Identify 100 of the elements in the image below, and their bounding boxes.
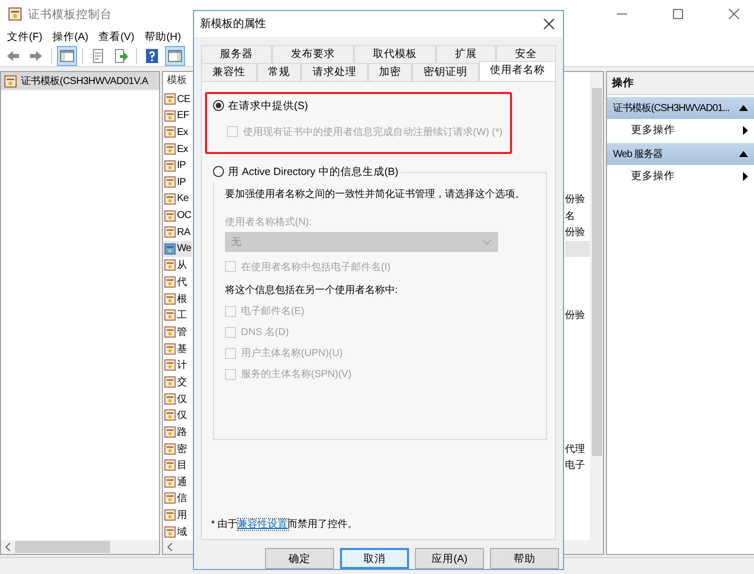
tab[interactable]: 常规 [256,62,301,81]
tab[interactable]: 请求处理 [301,62,368,81]
certificate-icon [164,160,176,172]
checkbox-option: 电子邮件名(E) [225,300,304,322]
vertical-scrollbar[interactable] [590,72,603,554]
list-item[interactable]: 基 [163,340,188,358]
scroll-left-icon[interactable] [5,543,11,551]
tab[interactable]: 扩展 [436,44,496,63]
list-item[interactable]: 从 [163,257,188,274]
list-item[interactable]: Ke [163,190,190,208]
list-item[interactable]: 计 [163,357,188,374]
certificate-icon [4,74,17,88]
list-item[interactable]: RA [163,224,192,241]
list-item[interactable]: 代 [163,274,188,290]
certificate-icon [164,526,176,538]
certificate-icon [164,409,176,422]
format-dropdown: 无 [225,232,498,252]
submenu-arrow-icon [743,126,748,134]
action-pane-icon[interactable] [165,46,185,66]
checkbox-option: 服务的主体名称(SPN)(V) [225,364,352,385]
certificate-icon [164,309,176,322]
list-item[interactable]: 仅 [163,406,188,424]
list-item[interactable]: 密 [163,440,188,457]
dialog-button[interactable]: 帮助 [490,548,559,569]
table-cell-text: 份验 [565,192,586,207]
action-item[interactable]: 更多操作 [607,165,754,187]
tab[interactable]: 密钥证明 [412,62,478,81]
tab[interactable]: 发布要求 [272,44,354,63]
list-item[interactable]: 域 [163,523,188,540]
action-group-header[interactable]: 证书模板(CSH3HWVAD01... [607,97,754,119]
certificate-icon [164,259,176,272]
menu-item[interactable]: 操作(A) [52,30,88,44]
caret-icon [482,238,492,245]
tab[interactable]: 兼容性 [201,62,256,81]
list-item[interactable]: 工 [163,307,188,324]
tree-item[interactable]: 证书模板(CSH3HWVAD01V.A [1,72,159,90]
submenu-arrow-icon [743,172,748,180]
certificate-icon [164,126,176,138]
list-item[interactable]: 用 [163,506,188,524]
app-icon [8,7,22,21]
list-item[interactable]: 目 [163,456,188,474]
dialog-button[interactable]: 应用(A) [415,548,484,569]
close-icon[interactable] [728,8,740,20]
section-label: 将这个信息包括在另一个使用者名称中: [225,284,398,297]
table-cell-text: 代理 [565,442,586,457]
certificate-icon [164,342,176,355]
certificate-icon [164,509,176,522]
compatibility-link[interactable]: 兼容性设置 [238,519,288,530]
dialog-button[interactable]: 确定 [265,548,334,569]
tab[interactable]: 加密 [368,62,412,81]
collapse-icon[interactable] [739,151,748,157]
radio-option[interactable]: 在请求中提供(S) [213,96,308,116]
certificate-icon [164,176,176,188]
menu-item[interactable]: 帮助(H) [144,30,181,44]
certificate-icon [164,442,176,455]
maximize-icon[interactable] [672,8,684,20]
action-item[interactable]: 更多操作 [607,119,754,141]
tree-pane-icon[interactable] [57,46,77,66]
list-item[interactable]: 交 [163,374,188,390]
list-item[interactable]: OC [163,207,192,224]
certificate-icon [164,476,176,488]
list-item[interactable]: 管 [163,324,188,340]
list-item[interactable]: EF [163,107,190,124]
certificate-icon [164,376,176,388]
list-item[interactable]: 信 [163,490,188,507]
list-item[interactable]: 路 [163,424,188,440]
tab[interactable]: 服务器 [201,44,272,63]
list-item[interactable]: 根 [163,290,188,308]
list-item[interactable]: IP [163,174,187,191]
list-item[interactable]: CE [163,90,192,108]
list-item[interactable]: 通 [163,474,188,490]
certificate-icon [164,459,176,472]
list-item[interactable]: IP [163,157,187,174]
certificate-icon [164,242,176,255]
column-header[interactable]: 模板 [167,72,187,87]
certificate-icon [164,192,176,205]
list-item[interactable]: Ex [163,124,189,141]
tab[interactable]: 使用者名称 [478,60,556,81]
checkbox-option: 用户主体名称(UPN)(U) [225,342,343,364]
field-label: 使用者名称格式(N): [225,216,312,229]
action-group-header[interactable]: Web 服务器 [607,143,754,165]
collapse-icon[interactable] [739,105,748,111]
certificate-icon [164,276,176,288]
close-icon[interactable] [543,18,555,30]
certificate-icon [164,426,176,438]
certificate-icon [164,492,176,504]
dialog-title: 新模板的属性 [200,16,266,32]
scroll-left-icon[interactable] [167,542,173,551]
tab[interactable]: 安全 [496,44,556,63]
certificate-icon [164,93,176,106]
list-item[interactable]: Ex [163,140,189,158]
menu-item[interactable]: 查看(V) [98,30,134,44]
list-item[interactable]: 仅 [163,390,188,407]
checkbox-option: 在使用者名称中包括电子邮件名(I) [225,256,390,277]
horizontal-scrollbar[interactable] [1,540,159,554]
tab[interactable]: 取代模板 [354,44,436,63]
certificate-icon [164,110,176,122]
list-item[interactable]: We [163,240,192,258]
dialog-button[interactable]: 取消 [340,548,409,569]
menu-item[interactable]: 文件(F) [7,30,42,44]
